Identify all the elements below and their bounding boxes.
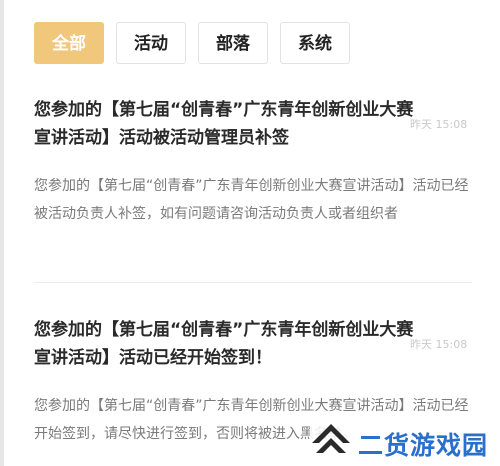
watermark-logo-icon [312,424,350,453]
message-time: 昨天 15:08 [410,338,468,351]
watermark: 二货游戏园 [310,420,500,464]
tab-all[interactable]: 全部 [34,22,104,64]
tab-activity[interactable]: 活动 [116,22,186,64]
message-title: 您参加的【第七届“创青春”广东青年创新创业大赛宣讲活动】活动已经开始签到！ [34,320,414,368]
tab-system[interactable]: 系统 [280,22,350,64]
watermark-text: 二货游戏园 [358,431,489,460]
tab-tribe[interactable]: 部落 [198,22,268,64]
message-time: 昨天 15:08 [410,118,468,131]
left-rail [0,0,4,466]
message-body: 您参加的【第七届“创青春”广东青年创新创业大赛宣讲活动】活动已经被活动负责人补签… [34,178,469,222]
divider [34,282,472,283]
message-item[interactable]: 您参加的【第七届“创青春”广东青年创新创业大赛宣讲活动】活动被活动管理员补签 昨… [34,96,474,256]
message-title: 您参加的【第七届“创青春”广东青年创新创业大赛宣讲活动】活动被活动管理员补签 [34,100,414,148]
